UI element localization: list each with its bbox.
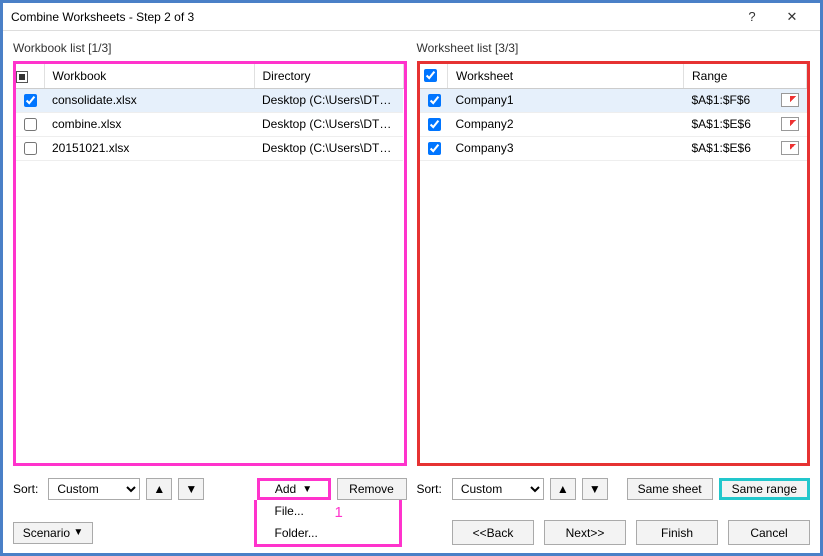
workbook-header-dir[interactable]: Directory (254, 64, 403, 88)
row-checkbox[interactable] (24, 118, 37, 131)
workbook-header-checkbox[interactable] (16, 64, 44, 88)
caret-down-icon: ▼ (73, 527, 83, 538)
workbook-name: consolidate.xlsx (44, 88, 254, 112)
workbook-header-name[interactable]: Workbook (44, 64, 254, 88)
add-button[interactable]: Add ▼ (257, 478, 331, 500)
right-sort-select[interactable]: Custom (452, 478, 544, 500)
worksheet-name: Company3 (448, 136, 684, 160)
same-sheet-button[interactable]: Same sheet (627, 478, 713, 500)
back-button[interactable]: <<Back (452, 520, 534, 545)
cancel-button[interactable]: Cancel (728, 520, 810, 545)
caret-down-icon: ▼ (302, 484, 312, 495)
range-picker-icon[interactable] (781, 117, 799, 131)
finish-button[interactable]: Finish (636, 520, 718, 545)
workbook-list-label: Workbook list [1/3] (13, 41, 407, 59)
range-picker-icon[interactable] (781, 141, 799, 155)
worksheet-list-label: Worksheet list [3/3] (417, 41, 811, 59)
right-move-down-button[interactable]: ▼ (582, 478, 608, 500)
same-range-button[interactable]: Same range (719, 478, 810, 500)
workbook-name: 20151021.xlsx (44, 136, 254, 160)
table-row[interactable]: Company3 $A$1:$E$6 (420, 136, 807, 160)
indeterminate-icon (16, 71, 28, 83)
row-checkbox[interactable] (24, 142, 37, 155)
scenario-button[interactable]: Scenario ▼ (13, 522, 93, 544)
help-button[interactable]: ? (732, 5, 772, 29)
worksheet-table: Worksheet Range Company1 $A$1:$F$6 Compa… (420, 64, 808, 161)
table-row[interactable]: 20151021.xlsx Desktop (C:\Users\DT1... (16, 136, 403, 160)
workbook-dir: Desktop (C:\Users\DT1... (254, 112, 403, 136)
table-row[interactable]: combine.xlsx Desktop (C:\Users\DT1... (16, 112, 403, 136)
worksheet-name: Company2 (448, 112, 684, 136)
add-label: Add (275, 482, 296, 496)
workbook-dir: Desktop (C:\Users\DT1... (254, 136, 403, 160)
add-folder-item[interactable]: Folder... (257, 522, 399, 544)
header-check[interactable] (424, 69, 437, 82)
worksheet-name: Company1 (448, 88, 684, 112)
add-dropdown: File... Folder... 1 (254, 500, 402, 547)
row-checkbox[interactable] (428, 94, 441, 107)
close-button[interactable]: ✕ (772, 5, 812, 29)
worksheet-panel: 3 4 Worksheet Range Company1 $A$1:$F$6 (417, 61, 811, 466)
worksheet-header-name[interactable]: Worksheet (448, 64, 684, 88)
table-row[interactable]: consolidate.xlsx Desktop (C:\Users\DT1..… (16, 88, 403, 112)
worksheet-header-range[interactable]: Range (684, 64, 807, 88)
left-sort-select[interactable]: Custom (48, 478, 140, 500)
workbook-panel: 2 Workbook Directory consolidate.xlsx De… (13, 61, 407, 466)
worksheet-range: $A$1:$E$6 (692, 141, 751, 155)
right-move-up-button[interactable]: ▲ (550, 478, 576, 500)
worksheet-header-checkbox[interactable] (420, 64, 448, 88)
add-file-item[interactable]: File... (257, 500, 399, 522)
remove-button[interactable]: Remove (337, 478, 407, 500)
right-sort-label: Sort: (417, 482, 442, 496)
workbook-dir: Desktop (C:\Users\DT1... (254, 88, 403, 112)
window-title: Combine Worksheets - Step 2 of 3 (11, 10, 732, 24)
left-move-down-button[interactable]: ▼ (178, 478, 204, 500)
scenario-label: Scenario (23, 526, 70, 540)
table-row[interactable]: Company2 $A$1:$E$6 (420, 112, 807, 136)
worksheet-range: $A$1:$E$6 (692, 117, 751, 131)
next-button[interactable]: Next>> (544, 520, 626, 545)
worksheet-range: $A$1:$F$6 (692, 93, 751, 107)
titlebar: Combine Worksheets - Step 2 of 3 ? ✕ (3, 3, 820, 31)
left-move-up-button[interactable]: ▲ (146, 478, 172, 500)
row-checkbox[interactable] (428, 142, 441, 155)
workbook-table: Workbook Directory consolidate.xlsx Desk… (16, 64, 404, 161)
range-picker-icon[interactable] (781, 93, 799, 107)
table-row[interactable]: Company1 $A$1:$F$6 (420, 88, 807, 112)
row-checkbox[interactable] (24, 94, 37, 107)
workbook-name: combine.xlsx (44, 112, 254, 136)
row-checkbox[interactable] (428, 118, 441, 131)
left-sort-label: Sort: (13, 482, 38, 496)
